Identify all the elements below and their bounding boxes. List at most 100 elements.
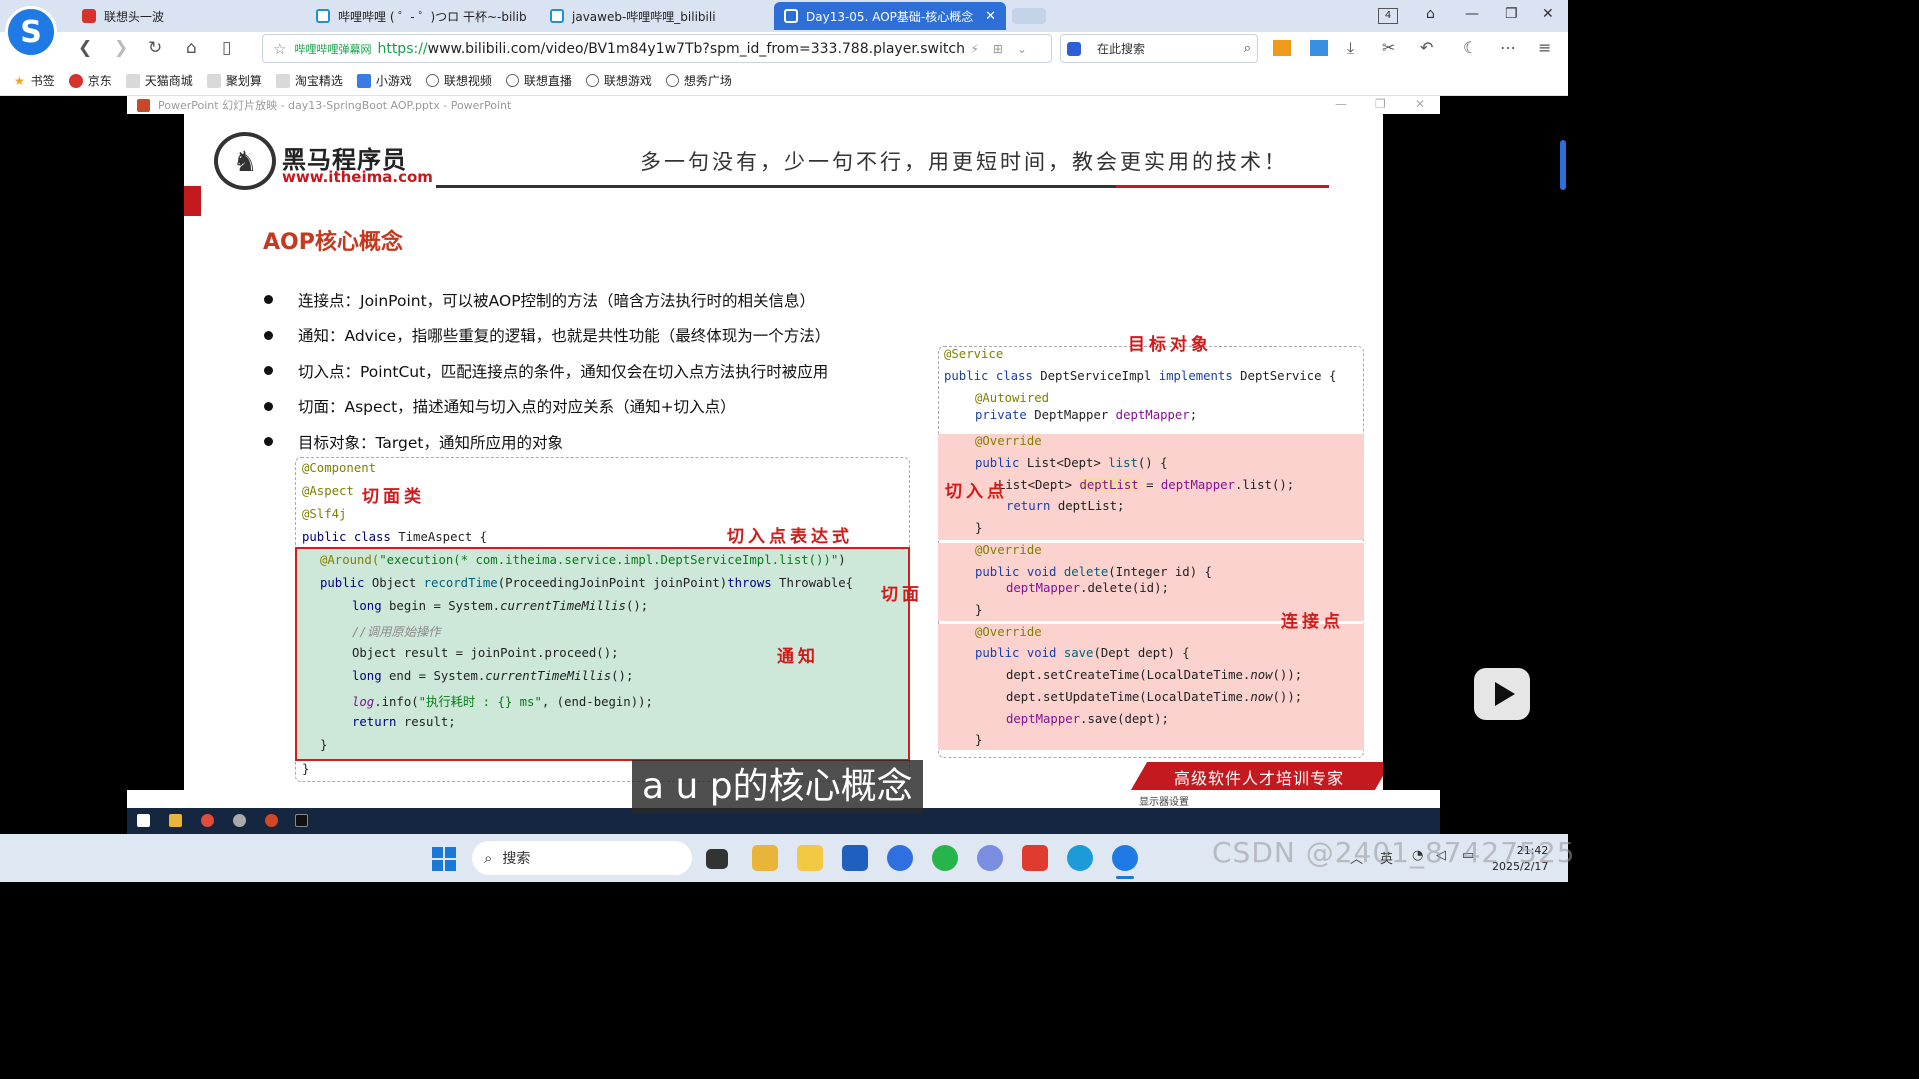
globe-icon: [585, 74, 599, 87]
code-line: @Component: [302, 461, 377, 475]
bookmarks-bar: ★ 书签 京东 天猫商城 聚划算 淘宝精选 小游戏 联想视频 联想直播 联想游戏 …: [0, 66, 1568, 96]
search-icon: ⌕: [484, 849, 493, 867]
browser-tab[interactable]: javaweb-哔哩哔哩_bilibili: [540, 2, 770, 30]
bookmark-item[interactable]: 联想游戏: [585, 72, 652, 89]
restore-icon[interactable]: ❐: [1505, 6, 1518, 22]
powerpoint-icon: [137, 98, 150, 112]
joinpoint-highlight: [938, 624, 1364, 750]
reader-icon[interactable]: ▯: [222, 38, 231, 58]
browser-icon[interactable]: [1112, 845, 1138, 879]
code-line: List<Dept> deptList = deptMapper.list();: [998, 478, 1295, 492]
browser-logo-icon[interactable]: S: [5, 6, 57, 58]
slide: ♞ 黑马程序员 www.itheima.com 多一句没有，少一句不行，用更短时…: [184, 114, 1383, 790]
app-icon[interactable]: [752, 845, 778, 871]
bookmark-star-icon[interactable]: ☆: [273, 40, 286, 58]
bookmark-item[interactable]: 联想视频: [425, 72, 492, 89]
minimize-icon[interactable]: —: [1335, 97, 1347, 111]
windows-start-icon[interactable]: [432, 847, 456, 871]
wechat-icon[interactable]: [932, 845, 958, 871]
lenovo-tab-icon: [82, 9, 96, 23]
globe-icon: [665, 74, 679, 87]
bullet-dot: [264, 401, 273, 411]
bilibili-tab-icon: [550, 9, 564, 23]
url-scheme: https://: [377, 40, 428, 57]
bookmark-item[interactable]: 京东: [68, 72, 112, 89]
code-line: long begin = System.currentTimeMillis();: [352, 599, 649, 613]
close-window-icon[interactable]: ✕: [1542, 6, 1554, 22]
code-line: }: [320, 738, 328, 752]
restore-icon[interactable]: ❐: [1375, 97, 1386, 111]
juhuasuan-icon: [206, 73, 221, 88]
code-line: @Aspect: [302, 484, 354, 498]
bilibili-play-button[interactable]: [1474, 668, 1530, 720]
close-icon[interactable]: ✕: [1415, 97, 1425, 111]
minimize-icon[interactable]: —: [1465, 6, 1479, 22]
chrome-icon: [201, 814, 214, 827]
url-input[interactable]: ☆ 哔哩哔哩弹幕网 https:// www.bilibili.com/vide…: [262, 34, 1052, 63]
code-line: @Override: [975, 625, 1042, 639]
back-icon[interactable]: ❮: [78, 38, 92, 58]
extension-icon[interactable]: [1273, 40, 1291, 56]
lenovo-icon[interactable]: [887, 845, 913, 871]
browser-tab[interactable]: 哔哩哔哩 ( ゜- ゜)つロ 干杯~-bilib: [306, 2, 538, 30]
code-line: @Override: [975, 434, 1042, 448]
code-line: }: [975, 521, 983, 535]
browser-tab[interactable]: 联想头一波: [72, 2, 302, 30]
taskbar-search[interactable]: ⌕ 搜索: [472, 841, 692, 875]
powerpoint-icon: [265, 814, 278, 827]
app-icon[interactable]: [977, 845, 1003, 871]
scissors-icon[interactable]: ✂: [1382, 38, 1395, 57]
explorer-icon: [169, 814, 182, 827]
store-icon[interactable]: [842, 845, 868, 871]
taobao-icon: [275, 73, 290, 88]
menu-icon[interactable]: ≡: [1538, 38, 1551, 57]
screenshot-icon[interactable]: [1310, 40, 1328, 56]
code-line: @Service: [944, 347, 1004, 361]
header-divider-accent: [1116, 185, 1329, 188]
code-line: long end = System.currentTimeMillis();: [352, 669, 634, 683]
tab-label: 哔哩哔哩 ( ゜- ゜)つロ 干杯~-bilib: [338, 9, 527, 24]
bookmark-item[interactable]: 小游戏: [356, 72, 412, 89]
task-view-icon[interactable]: [706, 849, 728, 869]
code-line: return deptList;: [1006, 499, 1125, 513]
bookmark-item[interactable]: 联想直播: [505, 72, 572, 89]
browser-tab-active[interactable]: Day13-05. AOP基础-核心概念 ✕: [774, 2, 1006, 30]
code-line: dept.setCreateTime(LocalDateTime.now());: [1006, 668, 1303, 682]
bookmark-item[interactable]: 想秀广场: [665, 72, 732, 89]
night-mode-icon[interactable]: ☾: [1463, 38, 1477, 57]
display-settings-button[interactable]: 显示器设置: [1139, 793, 1189, 808]
bullet-item: 连接点：JoinPoint，可以被AOP控制的方法（暗含方法执行时的相关信息）: [264, 282, 830, 318]
download-icon[interactable]: ⤓: [1347, 38, 1354, 58]
bookmark-item[interactable]: 淘宝精选: [275, 72, 343, 89]
code-line: public Object recordTime(ProceedingJoinP…: [320, 576, 854, 590]
bookmark-item[interactable]: ★ 书签: [14, 72, 55, 89]
reload-icon[interactable]: ↻: [148, 38, 162, 58]
code-line: Object result = joinPoint.proceed();: [352, 646, 619, 660]
undo-icon[interactable]: ↶: [1420, 38, 1433, 57]
annotation-aspect: 切面: [881, 585, 923, 605]
annotation-advice: 通知: [777, 647, 819, 667]
url-action-icons[interactable]: ⚡⊞⌄: [970, 42, 1041, 56]
edge-icon[interactable]: [1067, 845, 1093, 871]
brand-url: www.itheima.com: [282, 168, 433, 186]
search-input[interactable]: 在此搜索 ⌕: [1060, 34, 1258, 63]
slogan: 多一句没有，少一句不行，用更短时间，教会更实用的技术！: [640, 150, 1288, 174]
intellij-icon: [295, 814, 308, 827]
bookmark-item[interactable]: 天猫商城: [125, 72, 193, 89]
search-icon[interactable]: ⌕: [1244, 41, 1251, 56]
home-icon[interactable]: ⌂: [186, 38, 197, 58]
bookmark-item[interactable]: 聚划算: [206, 72, 262, 89]
forward-icon[interactable]: ❯: [114, 38, 128, 58]
watermark: CSDN @2401_87427525: [1212, 836, 1576, 869]
shirt-skin-icon[interactable]: ⌂: [1426, 6, 1435, 22]
close-tab-icon[interactable]: ✕: [985, 9, 996, 24]
more-icon[interactable]: ⋯: [1500, 38, 1516, 57]
file-explorer-icon[interactable]: [797, 845, 823, 871]
browser-tab-strip: 联想头一波 哔哩哔哩 ( ゜- ゜)つロ 干杯~-bilib javaweb-哔…: [0, 0, 1568, 32]
annotation-aspect-class: 切面类: [362, 487, 425, 507]
scrollbar-thumb[interactable]: [1560, 140, 1566, 190]
new-tab-button[interactable]: [1012, 8, 1046, 24]
wps-icon[interactable]: [1022, 845, 1048, 871]
tab-count-badge[interactable]: 4: [1378, 8, 1398, 24]
search-engine-icon[interactable]: [1067, 41, 1081, 56]
